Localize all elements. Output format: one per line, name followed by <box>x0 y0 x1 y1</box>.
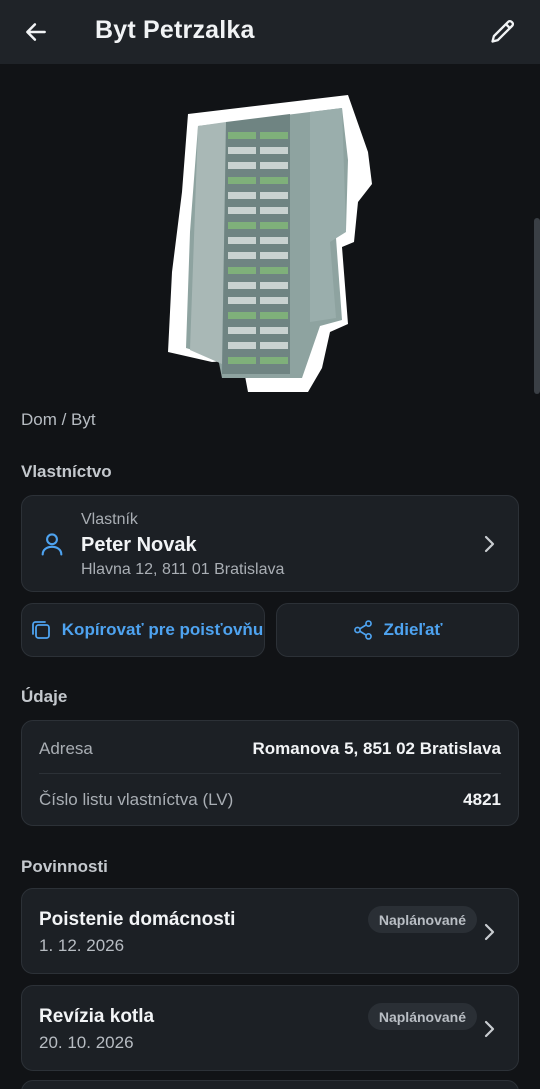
balcony <box>228 357 256 364</box>
duty-title: Poistenie domácnosti <box>39 909 236 930</box>
duty-date: 20. 10. 2026 <box>39 1033 134 1052</box>
duty-title: Revízia kotla <box>39 1006 155 1027</box>
balcony <box>260 237 288 244</box>
property-photo <box>168 95 372 392</box>
balcony <box>228 342 256 349</box>
owner-name: Peter Novak <box>81 534 197 556</box>
balcony <box>228 237 256 244</box>
balcony <box>228 297 256 304</box>
chevron-right-icon <box>484 1020 495 1038</box>
section-title-duties: Povinnosti <box>21 857 108 876</box>
balcony <box>260 327 288 334</box>
balcony <box>228 177 256 184</box>
balcony <box>228 147 256 154</box>
duty-item-partial[interactable] <box>21 1080 519 1089</box>
detail-label: Adresa <box>39 739 93 758</box>
chevron-right-icon <box>484 923 495 941</box>
balcony <box>260 177 288 184</box>
chevron-right-icon <box>484 535 495 553</box>
balcony <box>260 132 288 139</box>
balcony <box>228 132 256 139</box>
share-button-label: Zdieľať <box>383 620 443 639</box>
status-badge: Naplánované <box>367 906 477 933</box>
balcony <box>260 147 288 154</box>
back-button[interactable] <box>18 14 54 50</box>
duty-item[interactable]: Revízia kotla 20. 10. 2026 Naplánované <box>21 985 519 1071</box>
duty-date: 1. 12. 2026 <box>39 936 125 955</box>
share-button[interactable]: Zdieľať <box>276 603 519 657</box>
copy-icon <box>31 621 50 639</box>
balcony <box>260 342 288 349</box>
share-icon <box>354 620 373 640</box>
balcony <box>260 222 288 229</box>
owner-card[interactable]: Vlastník Peter Novak Hlavna 12, 811 01 B… <box>21 495 519 592</box>
balcony <box>228 207 256 214</box>
balcony <box>228 222 256 229</box>
balcony <box>260 297 288 304</box>
balcony <box>260 162 288 169</box>
property-category: Dom / Byt <box>21 410 96 429</box>
arrow-left-icon <box>26 23 46 41</box>
balcony <box>260 357 288 364</box>
status-badge: Naplánované <box>367 1003 477 1030</box>
detail-value: 4821 <box>463 790 501 809</box>
page-title: Byt Petrzalka <box>95 16 255 44</box>
section-title-details: Údaje <box>21 687 68 706</box>
copy-button-label: Kopírovať pre poisťovňu <box>61 620 264 639</box>
edit-button[interactable] <box>484 12 522 50</box>
duty-item[interactable]: Poistenie domácnosti 1. 12. 2026 Napláno… <box>21 888 519 974</box>
owner-label: Vlastník <box>81 511 138 528</box>
balcony <box>260 312 288 319</box>
person-icon <box>41 533 63 556</box>
balcony <box>228 162 256 169</box>
balcony <box>260 282 288 289</box>
balcony <box>228 312 256 319</box>
owner-address: Hlavna 12, 811 01 Bratislava <box>81 561 285 578</box>
balcony <box>260 207 288 214</box>
balcony <box>260 267 288 274</box>
details-card: Adresa Romanova 5, 851 02 Bratislava Čís… <box>21 720 519 826</box>
detail-row-lv-number: Číslo listu vlastníctva (LV) 4821 <box>39 774 501 826</box>
pencil-icon <box>491 19 515 43</box>
balcony <box>228 192 256 199</box>
detail-label: Číslo listu vlastníctva (LV) <box>39 790 234 809</box>
scrollbar[interactable] <box>534 218 540 394</box>
balcony <box>228 252 256 259</box>
balcony <box>228 282 256 289</box>
copy-for-insurance-button[interactable]: Kopírovať pre poisťovňu <box>21 603 265 657</box>
balcony <box>228 267 256 274</box>
balcony <box>260 252 288 259</box>
balcony <box>228 327 256 334</box>
top-app-bar: Byt Petrzalka <box>0 0 540 64</box>
balcony <box>260 192 288 199</box>
detail-value: Romanova 5, 851 02 Bratislava <box>252 739 501 758</box>
section-title-ownership: Vlastníctvo <box>21 462 112 481</box>
detail-row-address: Adresa Romanova 5, 851 02 Bratislava <box>39 723 501 775</box>
